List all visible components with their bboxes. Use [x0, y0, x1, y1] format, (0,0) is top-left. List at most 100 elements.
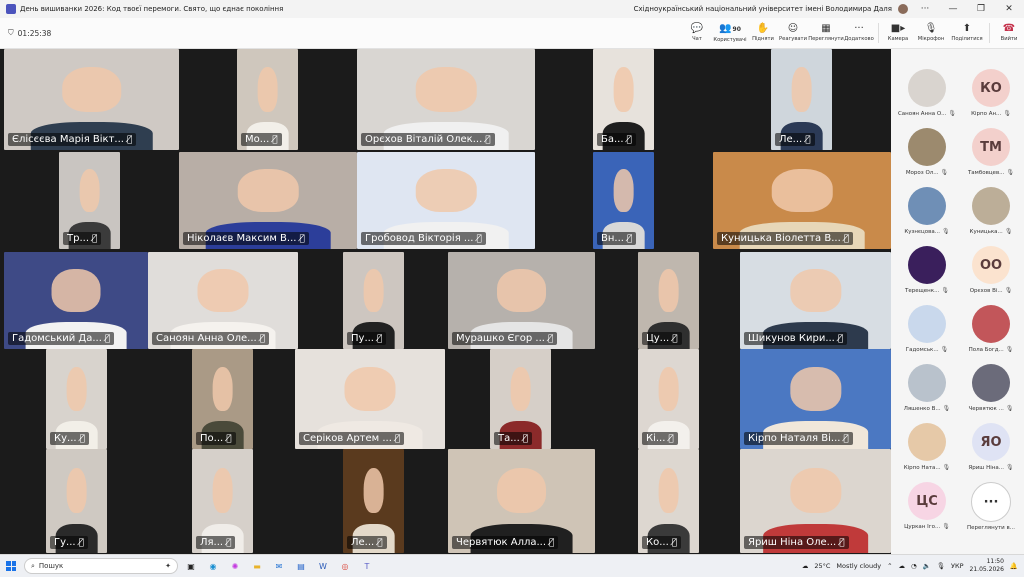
more-icon[interactable]: ···: [914, 4, 936, 14]
people-button[interactable]: 👥90 Користувачі: [712, 18, 748, 48]
video-tile[interactable]: Кірпо Наталя Ві... 🎙̸: [740, 349, 891, 449]
video-tile[interactable]: Єлісєєва Марія Вікт... 🎙̸: [4, 49, 179, 150]
video-tile[interactable]: Орєхов Віталій Олек... 🎙̸: [357, 49, 535, 150]
video-tile[interactable]: Пу... 🎙̸: [343, 252, 404, 349]
video-tile[interactable]: Шикунов Кири... 🎙̸: [740, 252, 891, 349]
avatar: [972, 187, 1010, 225]
edge-icon[interactable]: ◉: [204, 557, 222, 575]
participant-video: [789, 269, 842, 313]
teams-icon[interactable]: T: [358, 557, 376, 575]
video-tile[interactable]: Ко... 🎙̸: [638, 449, 699, 553]
roster-participant[interactable]: Терещенк... 🎙: [897, 246, 957, 304]
video-tile[interactable]: Та... 🎙̸: [490, 349, 551, 449]
view-all-button[interactable]: ··· Переглянути в...: [961, 482, 1021, 540]
more-button[interactable]: ··· Додатково: [844, 18, 874, 48]
video-tile[interactable]: Куницька Віолетта В... 🎙̸: [713, 152, 891, 249]
roster-participant[interactable]: Кузнєцова... 🎙: [897, 187, 957, 245]
react-button[interactable]: ☺ Реагувати: [778, 18, 808, 48]
participant-video: [197, 269, 249, 313]
video-tile[interactable]: Ба... 🎙̸: [593, 49, 654, 150]
video-tile[interactable]: Яриш Ніна Оле... 🎙̸: [740, 449, 891, 553]
video-tile[interactable]: Вн... 🎙̸: [593, 152, 654, 249]
participant-video: [791, 67, 812, 112]
notification-icon[interactable]: 🔔: [1010, 562, 1018, 570]
roster-participant[interactable]: Червятюк ... 🎙: [961, 364, 1021, 422]
shield-icon: ⛉: [8, 28, 14, 37]
wifi-icon[interactable]: ◔: [911, 562, 917, 570]
participant-name: Кірпо Ан...: [971, 110, 1002, 117]
mic-off-icon: 🎙̸: [126, 134, 133, 145]
roster-participant[interactable]: Пола Богд... 🎙: [961, 305, 1021, 363]
raise-hand-button[interactable]: ✋ Підняти: [748, 18, 778, 48]
video-tile[interactable]: Ку... 🎙̸: [46, 349, 107, 449]
close-icon[interactable]: ✕: [998, 4, 1020, 14]
chat-button[interactable]: 💬 Чат: [682, 18, 712, 48]
video-tile[interactable]: Чер­вятюк Алла... 🎙̸: [448, 449, 595, 553]
video-tile[interactable]: Гу... 🎙̸: [46, 449, 107, 553]
participant-video: [344, 367, 396, 411]
clock[interactable]: 11:50 21.05.2026: [970, 558, 1004, 574]
roster-participant[interactable]: ЦС Цуркан Іго... 🎙: [897, 482, 957, 540]
volume-icon[interactable]: 🔈: [923, 562, 931, 570]
mail-icon[interactable]: ✉: [270, 557, 288, 575]
task-view-icon[interactable]: ▣: [182, 557, 200, 575]
share-button[interactable]: ⬆ Поділитися: [949, 18, 985, 48]
chrome-icon[interactable]: ◎: [336, 557, 354, 575]
video-tile[interactable]: Тр... 🎙̸: [59, 152, 120, 249]
participant-name-tag: Орєхов Віталій Олек... 🎙̸: [361, 133, 495, 146]
avatar: [908, 69, 946, 107]
roster-participant[interactable]: ТМ Тамбовцев... 🎙: [961, 128, 1021, 186]
share-icon: ⬆: [962, 23, 972, 34]
minimize-icon[interactable]: —: [942, 4, 964, 14]
mic-tray-icon[interactable]: 🎙: [937, 562, 945, 570]
user-avatar[interactable]: [898, 4, 908, 14]
mic-off-icon: 🎙̸: [226, 537, 232, 548]
video-tile[interactable]: Гробовод Вікторія ... 🎙̸: [357, 152, 535, 249]
camera-button[interactable]: ■▸ Камера: [883, 18, 913, 48]
leave-button[interactable]: ☎ Вийти: [994, 18, 1024, 48]
video-tile[interactable]: Ля... 🎙̸: [192, 449, 253, 553]
mic-button[interactable]: 🎙 Мікрофон: [913, 18, 949, 48]
roster-participant[interactable]: Гадомськ... 🎙: [897, 305, 957, 363]
file-explorer-icon[interactable]: ▬: [248, 557, 266, 575]
video-tile[interactable]: Мо... 🎙̸: [237, 49, 298, 150]
windows-start-icon[interactable]: [6, 561, 16, 571]
mic-off-icon: 🎙: [942, 464, 951, 471]
language-indicator[interactable]: УКР: [951, 562, 964, 570]
video-tile[interactable]: Ніколаєв Максим В... 🎙̸: [179, 152, 357, 249]
roster-participant[interactable]: Кірпо Ната... 🎙: [897, 423, 957, 481]
mic-off-icon: 🎙̸: [92, 233, 98, 244]
roster-participant[interactable]: ОО Орєхов Ві... 🎙: [961, 246, 1021, 304]
roster-participant[interactable]: Мороз Ол... 🎙: [897, 128, 957, 186]
participant-name: Ле...: [351, 537, 375, 548]
roster-label: Цуркан Іго... 🎙: [904, 523, 950, 530]
roster-participant[interactable]: Куницька... 🎙: [961, 187, 1021, 245]
chevron-up-icon[interactable]: ⌃: [887, 562, 892, 570]
store-icon[interactable]: ▤: [292, 557, 310, 575]
mic-off-icon: 🎙: [942, 405, 951, 412]
more-icon: ···: [971, 482, 1011, 522]
video-tile[interactable]: Кі... 🎙̸: [638, 349, 699, 449]
roster-participant[interactable]: КО Кірпо Ан... 🎙: [961, 69, 1021, 127]
video-tile[interactable]: Саноян Анна Оле... 🎙̸: [148, 252, 298, 349]
participant-name: Цуркан Іго...: [904, 523, 941, 530]
view-button[interactable]: ▦ Переглянути: [808, 18, 844, 48]
video-tile[interactable]: Гадомський Да... 🎙̸: [4, 252, 148, 349]
roster-participant[interactable]: Саноян Анна О... 🎙: [897, 69, 957, 127]
video-tile[interactable]: Ле... 🎙̸: [771, 49, 832, 150]
onedrive-icon[interactable]: ☁: [899, 562, 906, 570]
maximize-icon[interactable]: ❐: [970, 4, 992, 14]
copilot-icon[interactable]: ✺: [226, 557, 244, 575]
video-tile[interactable]: Цу... 🎙̸: [638, 252, 699, 349]
roster-participant[interactable]: ЯО Яриш Ніна... 🎙: [961, 423, 1021, 481]
participant-name-tag: Чер­вятюк Алла... 🎙̸: [452, 536, 559, 549]
video-tile[interactable]: Ле... 🎙̸: [343, 449, 404, 553]
taskbar-search[interactable]: ⌕ Пошук ✦: [24, 558, 178, 574]
participant-video: [212, 367, 233, 411]
video-tile[interactable]: Серіков Артем ... 🎙̸: [295, 349, 445, 449]
video-tile[interactable]: По... 🎙̸: [192, 349, 253, 449]
participant-name: Саноян Анна О...: [897, 110, 947, 117]
roster-participant[interactable]: Ляшенко В... 🎙: [897, 364, 957, 422]
video-tile[interactable]: Мурашко Єгор ... 🎙̸: [448, 252, 595, 349]
word-icon[interactable]: W: [314, 557, 332, 575]
